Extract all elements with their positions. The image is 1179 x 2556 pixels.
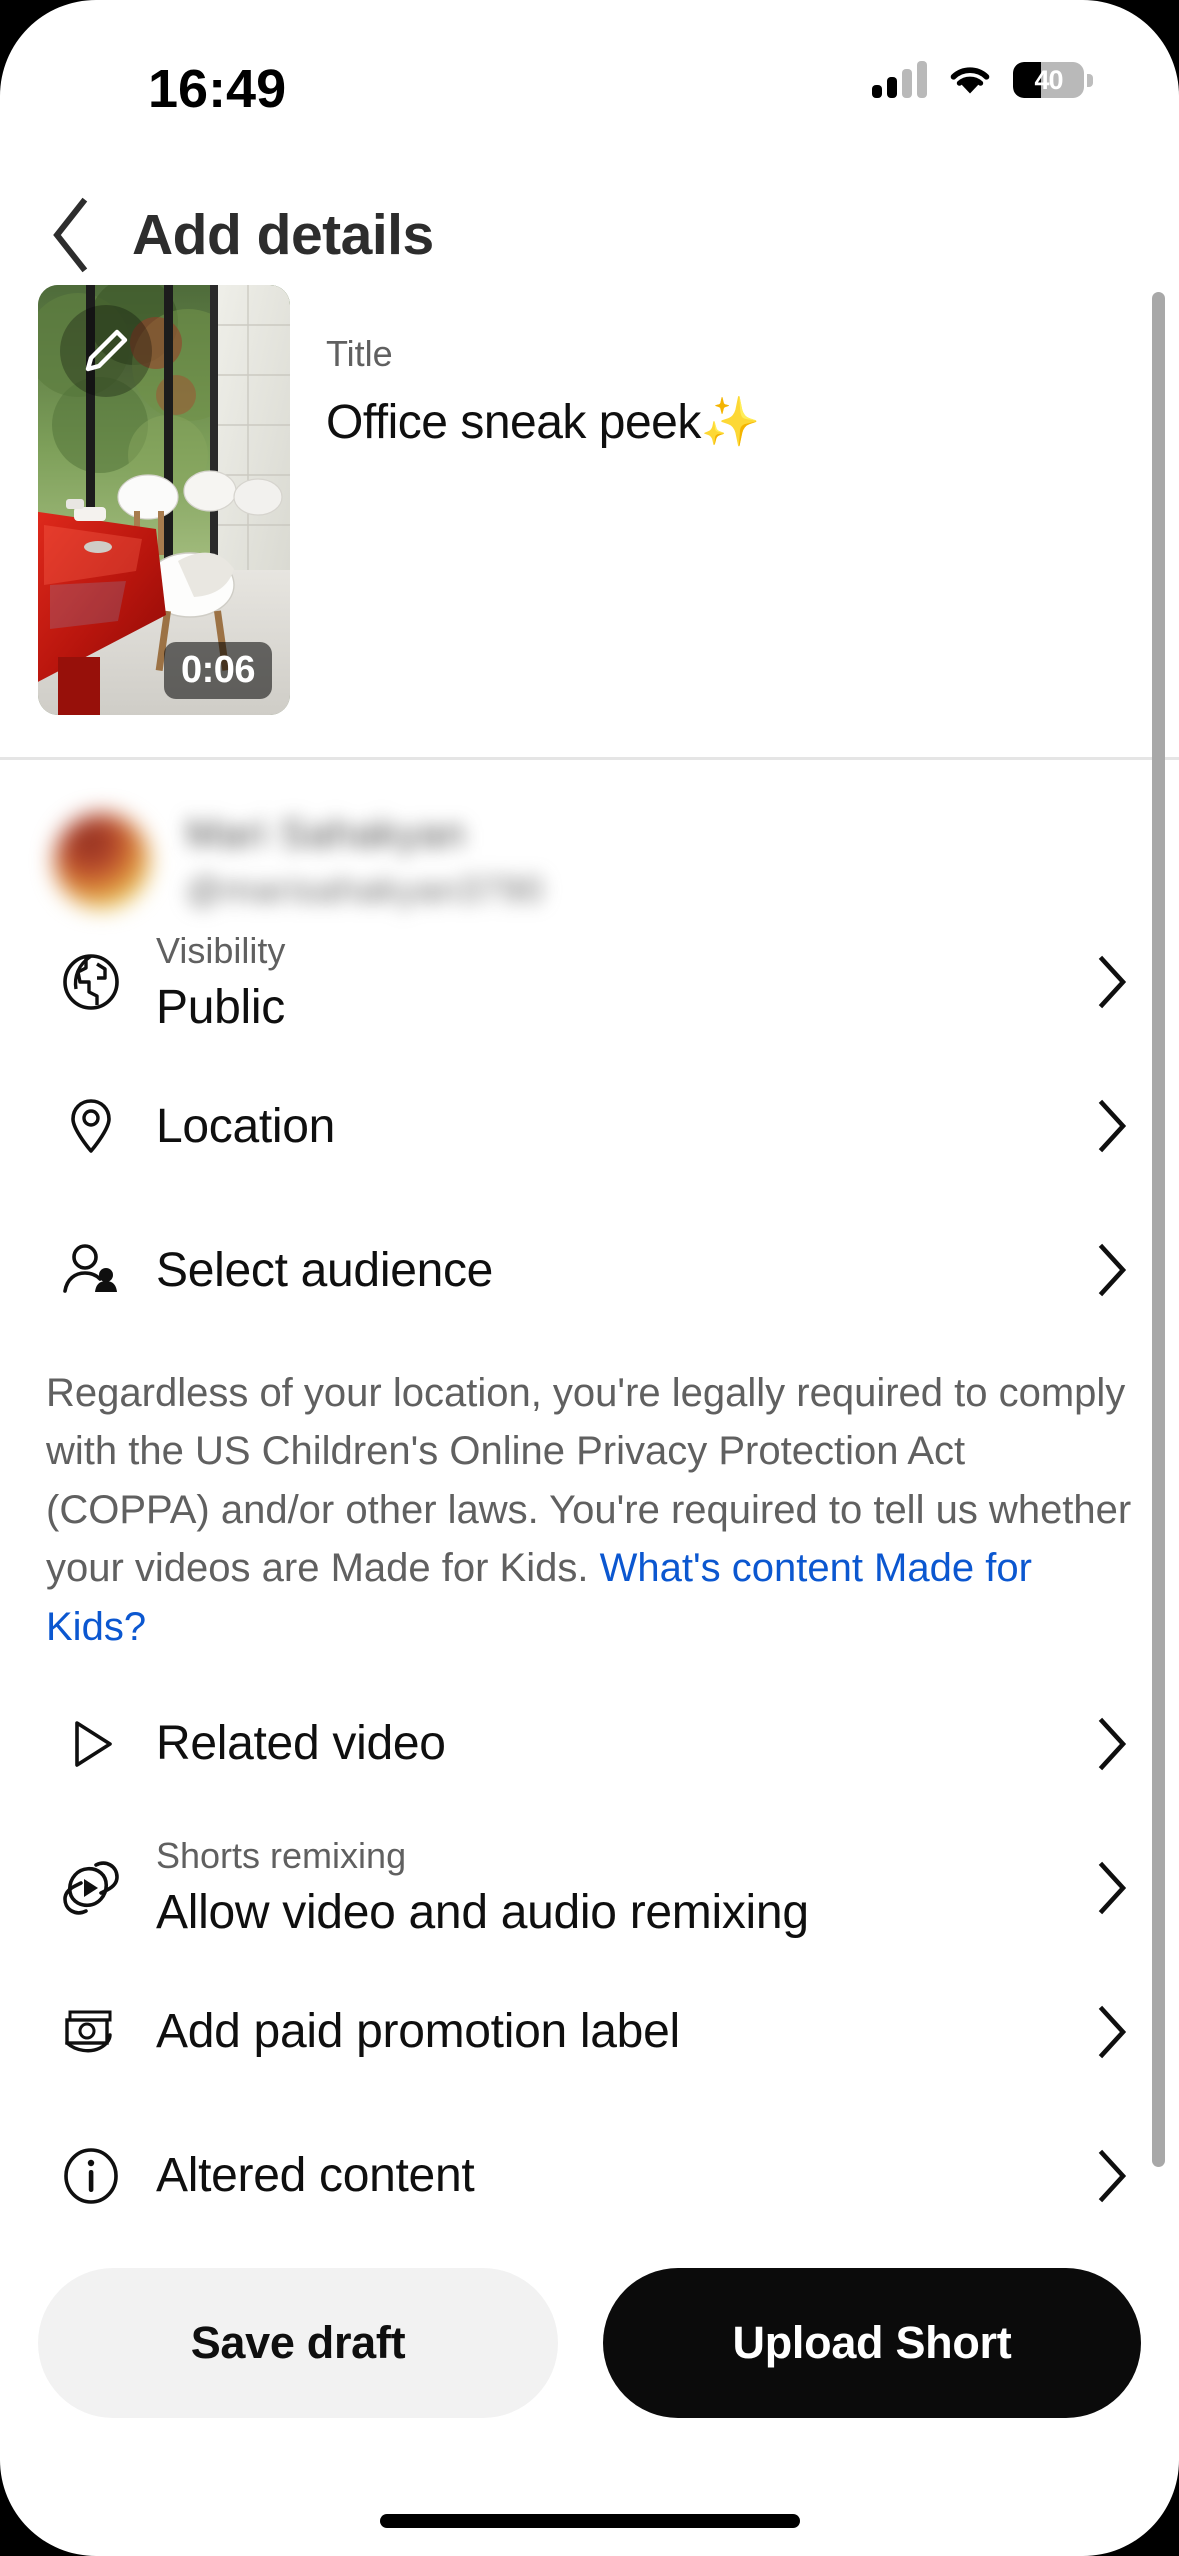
option-sub-label: Visibility [156,929,286,971]
sparkles-icon: ✨ [700,396,761,449]
battery-nub-icon [1087,73,1093,87]
channel-handle: @marisahakyan3790 [186,868,544,910]
phone-screen: 16:49 40 Add details 0:06 Title Office s… [0,0,1179,2556]
chevron-right-icon[interactable] [1091,1098,1135,1154]
option-label: Location [156,1099,336,1153]
status-bar-clock: 16:49 [148,59,287,119]
page-title: Add details [132,203,434,267]
shorts-remix-icon [54,1857,128,1919]
chevron-right-icon[interactable] [1091,954,1135,1010]
chevron-left-icon [53,197,88,273]
option-row-paid-promotion[interactable]: Add paid promotion label [0,1960,1179,2104]
option-label: Allow video and audio remixing [156,1886,809,1940]
video-thumbnail[interactable]: 0:06 [38,285,290,715]
status-bar-indicators: 40 [872,61,1093,98]
play-triangle-icon [54,1713,128,1775]
option-row-location[interactable]: Location [0,1054,1179,1198]
home-indicator[interactable] [379,2514,800,2528]
battery-icon: 40 [1013,62,1084,98]
option-row-altered-content[interactable]: Altered content [0,2104,1179,2248]
video-duration-badge: 0:06 [163,642,272,699]
upload-short-button[interactable]: Upload Short [603,2268,1141,2418]
channel-identity: Mari Sahakyan @marisahakyan3790 [186,812,544,911]
option-body: Location [156,1099,1091,1154]
select-audience-icon [54,1239,128,1301]
wifi-icon [950,67,990,94]
option-label: Select audience [156,1243,494,1297]
status-bar: 16:49 40 [0,0,1179,160]
title-text: Office sneak peek [326,396,701,449]
chevron-right-icon[interactable] [1091,1242,1135,1298]
cellular-bars-icon [872,61,927,98]
option-label: Add paid promotion label [156,2005,680,2059]
option-row-shorts-remixing[interactable]: Shorts remixing Allow video and audio re… [0,1816,1179,1960]
coppa-disclaimer: Regardless of your location, you're lega… [0,1342,1179,1672]
option-body: Altered content [156,2148,1091,2203]
chevron-right-icon[interactable] [1091,1860,1135,1916]
option-body: Add paid promotion label [156,2004,1091,2059]
back-button[interactable] [22,187,118,283]
video-summary-row[interactable]: 0:06 Title Office sneak peek✨ [0,285,1179,755]
chevron-right-icon[interactable] [1091,2148,1135,2204]
battery-percent-label: 40 [1034,64,1063,95]
scroll-content: 0:06 Title Office sneak peek✨ Mari Sahak… [0,285,1179,2245]
app-header: Add details [0,175,1179,295]
title-label: Title [326,333,393,374]
channel-row[interactable]: Mari Sahakyan @marisahakyan3790 [0,760,1179,910]
avatar [54,813,150,909]
option-row-visibility[interactable]: Visibility Public [0,910,1179,1054]
option-label: Related video [156,1717,446,1771]
option-body: Select audience [156,1243,1091,1298]
option-body: Related video [156,1716,1091,1771]
option-sub-label: Shorts remixing [156,1835,407,1877]
vertical-scrollbar[interactable] [1152,292,1165,2167]
option-label: Public [156,980,285,1034]
paid-promotion-icon [54,2001,128,2063]
pencil-edit-icon [85,329,128,372]
info-circle-icon [54,2145,128,2207]
option-row-select-audience[interactable]: Select audience [0,1198,1179,1342]
option-body: Visibility Public [156,930,1091,1035]
save-draft-button[interactable]: Save draft [38,2268,558,2418]
title-block[interactable]: Title Office sneak peek✨ [326,285,761,755]
title-value[interactable]: Office sneak peek✨ [326,393,761,450]
option-row-related-video[interactable]: Related video [0,1672,1179,1816]
chevron-right-icon[interactable] [1091,1716,1135,1772]
bottom-action-bar: Save draft Upload Short [0,2248,1179,2438]
edit-thumbnail-button[interactable] [60,305,152,397]
option-label: Altered content [156,2149,475,2203]
location-pin-icon [54,1095,128,1157]
chevron-right-icon[interactable] [1091,2004,1135,2060]
channel-name: Mari Sahakyan [186,811,466,856]
option-body: Shorts remixing Allow video and audio re… [156,1835,1091,1940]
globe-icon [54,951,128,1013]
